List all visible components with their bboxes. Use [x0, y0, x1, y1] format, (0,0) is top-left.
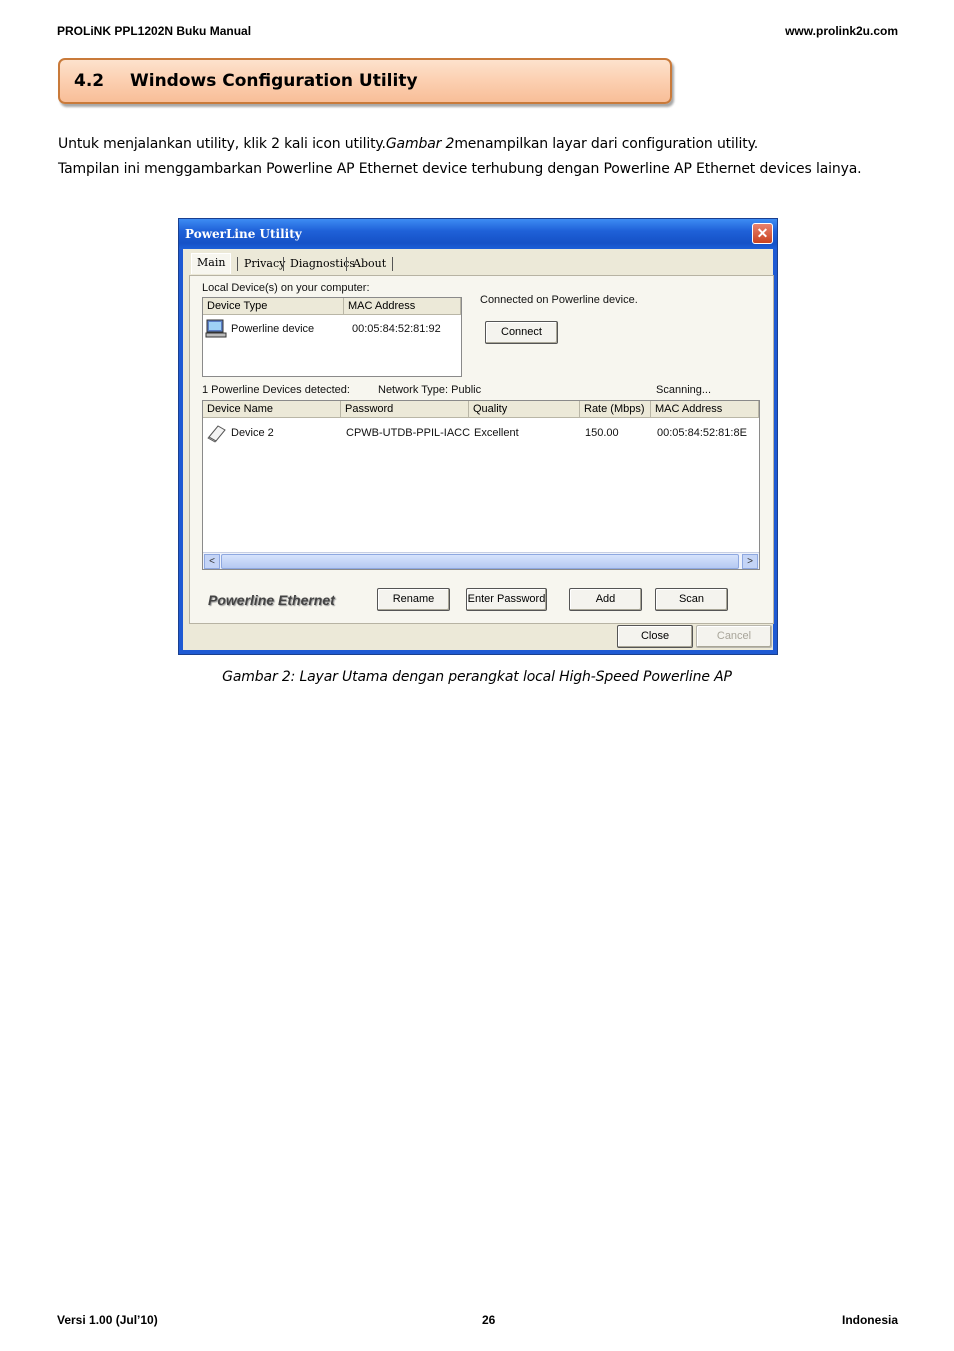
local-devices-list[interactable]: Device Type MAC Address Powerline device… [202, 297, 462, 377]
local-devices-label: Local Device(s) on your computer: [202, 282, 370, 294]
tab-main[interactable]: Main [191, 253, 232, 274]
powerline-ethernet-logo: Powerline Ethernet [208, 592, 335, 608]
tab-about[interactable]: About [348, 255, 391, 272]
connect-button-label: Connect [501, 326, 542, 338]
main-tab-panel: Local Device(s) on your computer: Device… [189, 275, 774, 624]
remote-device-rate[interactable]: 150.00 [585, 427, 619, 439]
scan-button[interactable]: Scan [655, 588, 728, 611]
remote-devices-list[interactable]: Device Name Password Quality Rate (Mbps)… [202, 400, 760, 570]
devices-detected-label: 1 Powerline Devices detected: [202, 384, 350, 396]
scroll-right-icon[interactable]: > [742, 554, 758, 569]
col-device-type[interactable]: Device Type [203, 298, 344, 315]
computer-icon [205, 319, 227, 342]
enter-password-button[interactable]: Enter Password [466, 588, 547, 611]
tab-divider [283, 257, 284, 271]
col-quality[interactable]: Quality [469, 401, 580, 418]
document-header-title: PROLiNK PPL1202N Buku Manual [57, 24, 252, 38]
dialog-titlebar[interactable]: PowerLine Utility ✕ [179, 219, 777, 249]
col-device-name[interactable]: Device Name [203, 401, 341, 418]
tab-divider [392, 257, 393, 271]
section-heading-box: 4.2 Windows Configuration Utility [58, 58, 672, 104]
network-type-label: Network Type: Public [378, 384, 482, 396]
section-title: Windows Configuration Utility [130, 71, 418, 91]
figure-caption: Gambar 2: Layar Utama dengan perangkat l… [222, 669, 732, 685]
scroll-left-icon[interactable]: < [204, 554, 220, 569]
document-header-url: www.prolink2u.com [785, 24, 898, 38]
p1-figure-ref: Gambar 2 [385, 136, 455, 152]
scanning-status: Scanning... [656, 384, 712, 396]
close-icon[interactable]: ✕ [752, 223, 773, 244]
tab-divider [346, 257, 347, 271]
p1-text-after: menampilkan layar dari configuration uti… [454, 136, 759, 152]
remote-device-name[interactable]: Device 2 [231, 427, 274, 439]
remote-device-mac[interactable]: 00:05:84:52:81:8E [657, 427, 747, 439]
rename-button[interactable]: Rename [377, 588, 450, 611]
dialog-title: PowerLine Utility [185, 227, 302, 241]
window-frame-left [179, 249, 183, 654]
local-device-type[interactable]: Powerline device [231, 323, 314, 335]
cancel-button[interactable]: Cancel [696, 625, 772, 648]
col-mac-address[interactable]: MAC Address [344, 298, 461, 315]
powerline-utility-dialog: PowerLine Utility ✕ Main Privacy Diagnos… [178, 218, 778, 655]
connect-button[interactable]: Connect [485, 321, 558, 344]
footer-page-number: 26 [482, 1313, 496, 1327]
remote-device-password[interactable]: CPWB-UTDB-PPIL-IACC [346, 427, 470, 439]
scrollbar-thumb[interactable] [221, 554, 739, 569]
section-number: 4.2 [74, 71, 105, 91]
local-device-mac[interactable]: 00:05:84:52:81:92 [352, 323, 441, 335]
col-remote-mac[interactable]: MAC Address [651, 401, 759, 418]
remote-device-quality[interactable]: Excellent [474, 427, 519, 439]
col-rate[interactable]: Rate (Mbps) [580, 401, 651, 418]
body-paragraph-1: Untuk menjalankan utility, klik 2 kali i… [58, 136, 758, 152]
col-password[interactable]: Password [341, 401, 469, 418]
window-frame-bottom [179, 650, 777, 654]
footer-version: Versi 1.00 (Jul’10) [57, 1313, 158, 1327]
device-plug-icon [206, 423, 228, 446]
footer-language: Indonesia [841, 1313, 898, 1327]
tab-divider [237, 257, 238, 271]
close-button[interactable]: Close [617, 625, 693, 648]
connection-status: Connected on Powerline device. [480, 294, 638, 306]
body-paragraph-2: Tampilan ini menggambarkan Powerline AP … [58, 161, 862, 177]
horizontal-scrollbar[interactable]: < > [203, 552, 759, 569]
p1-text-before: Untuk menjalankan utility, klik 2 kali i… [58, 136, 386, 152]
add-button[interactable]: Add [569, 588, 642, 611]
